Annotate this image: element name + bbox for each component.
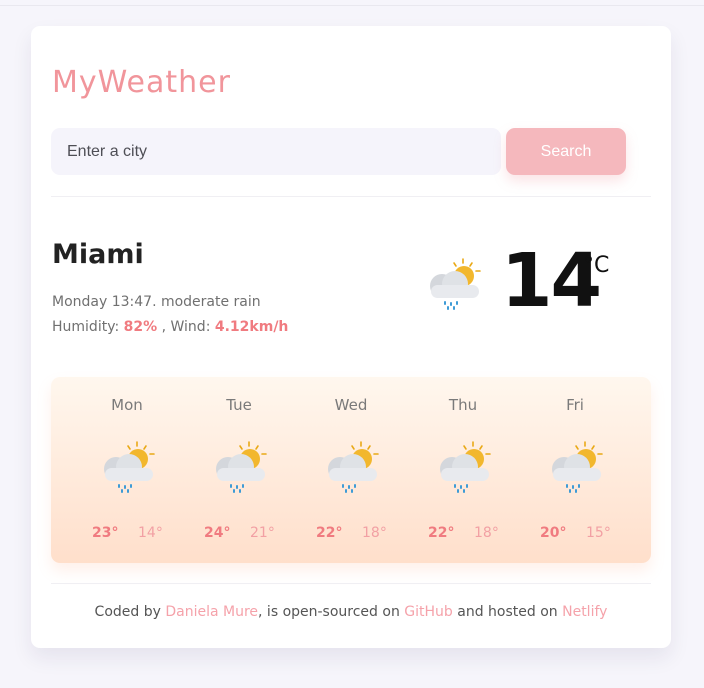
wind-value: 4.12km/h	[214, 319, 289, 335]
sun-cloud-rain-icon	[430, 258, 481, 310]
sun-cloud-rain-icon	[104, 441, 155, 493]
wind-label: , Wind:	[161, 319, 211, 335]
humidity-label: Humidity:	[52, 319, 120, 335]
forecast-min-temp: 18°	[474, 525, 499, 541]
forecast-day-fri: Fri 20° 15°	[519, 377, 631, 563]
date-description: Monday 13:47. moderate rain	[52, 294, 261, 310]
sun-cloud-rain-icon	[216, 441, 267, 493]
forecast-day-name: Tue	[226, 396, 252, 414]
app-title: MyWeather	[52, 65, 231, 100]
forecast-max-temp: 23°	[92, 525, 119, 541]
netlify-link[interactable]: Netlify	[562, 604, 607, 620]
forecast-max-temp: 22°	[316, 525, 343, 541]
footer-middle-text: , is open-sourced on	[258, 604, 400, 620]
forecast-day-name: Thu	[448, 396, 478, 414]
forecast-day-mon: Mon 23° 14°	[71, 377, 183, 563]
forecast-day-name: Fri	[566, 396, 584, 414]
forecast-min-temp: 15°	[586, 525, 611, 541]
humidity-wind: Humidity: 82% , Wind: 4.12km/h	[52, 319, 288, 335]
search-divider	[51, 196, 651, 197]
forecast-day-name: Wed	[334, 396, 368, 414]
footer-divider	[51, 583, 651, 584]
sun-cloud-rain-icon	[328, 441, 379, 493]
footer-prefix: Coded by	[94, 604, 161, 620]
author-link[interactable]: Daniela Mure	[165, 604, 258, 620]
forecast-day-thu: Thu 22° 18°	[407, 377, 519, 563]
city-search-input[interactable]	[51, 128, 501, 175]
forecast-panel: Mon 23° 14° Tue 24° 21° Wed 22° 18° Thu …	[51, 377, 651, 563]
github-link[interactable]: GitHub	[404, 604, 453, 620]
forecast-max-temp: 22°	[428, 525, 455, 541]
forecast-day-tue: Tue 24° 21°	[183, 377, 295, 563]
sun-cloud-rain-icon	[440, 441, 491, 493]
sun-cloud-rain-icon	[552, 441, 603, 493]
forecast-day-name: Mon	[111, 396, 143, 414]
forecast-min-temp: 18°	[362, 525, 387, 541]
forecast-day-wed: Wed 22° 18°	[295, 377, 407, 563]
forecast-max-temp: 24°	[204, 525, 231, 541]
temperature-unit: °C	[583, 253, 610, 278]
forecast-min-temp: 14°	[138, 525, 163, 541]
forecast-min-temp: 21°	[250, 525, 275, 541]
footer-hosted-text: and hosted on	[457, 604, 558, 620]
forecast-max-temp: 20°	[540, 525, 567, 541]
top-border	[0, 0, 704, 6]
city-name: Miami	[52, 239, 144, 270]
humidity-value: 82%	[123, 319, 158, 335]
weather-card: MyWeather Search Miami Monday 13:47. mod…	[31, 26, 671, 648]
search-button[interactable]: Search	[506, 128, 626, 175]
footer: Coded by Daniela Mure, is open-sourced o…	[31, 604, 671, 620]
